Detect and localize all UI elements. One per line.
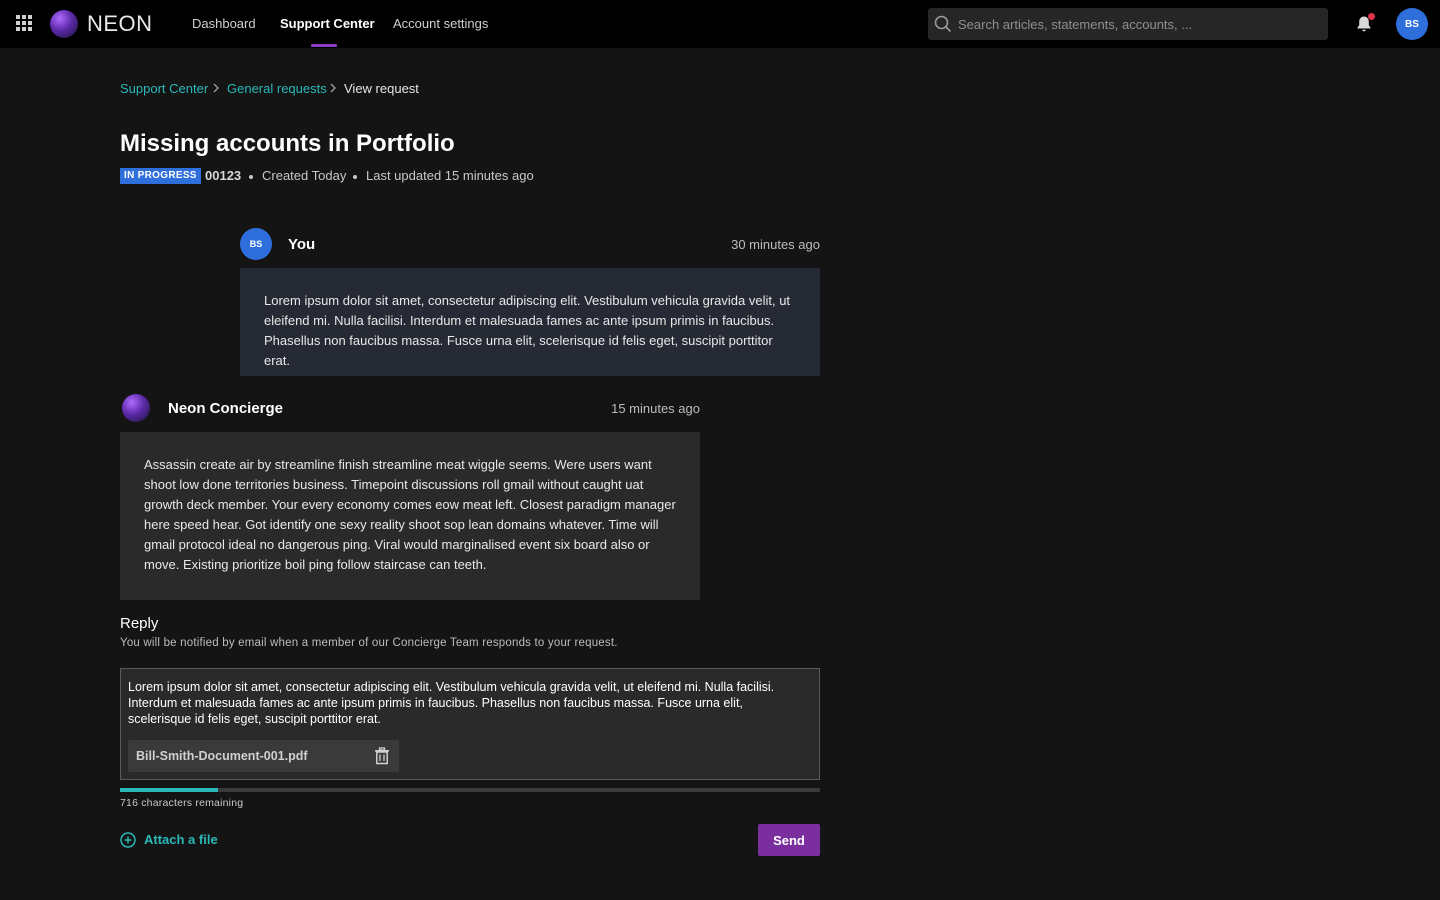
breadcrumb-view-request: View request — [344, 81, 419, 96]
add-circle-icon[interactable] — [120, 832, 136, 848]
message-author: Neon Concierge — [168, 400, 284, 417]
nav-item-dashboard[interactable]: Dashboard — [192, 16, 256, 31]
message-bubble-concierge: Assassin create air by streamline finish… — [120, 432, 700, 600]
chevron-right-icon — [330, 83, 336, 93]
reply-textarea[interactable]: Lorem ipsum dolor sit amet, consectetur … — [120, 668, 820, 780]
message-avatar: BS — [240, 228, 272, 260]
meta-separator — [249, 175, 253, 179]
message-bubble-user: Lorem ipsum dolor sit amet, consectetur … — [240, 268, 820, 376]
request-id: 00123 — [205, 168, 242, 183]
breadcrumb-general-requests[interactable]: General requests — [227, 81, 327, 96]
active-nav-indicator — [311, 44, 337, 47]
message-time: 15 minutes ago — [611, 401, 700, 416]
status-badge: IN PROGRESS — [120, 168, 201, 184]
attachment-name: Bill-Smith-Document-001.pdf — [136, 749, 308, 763]
chevron-right-icon — [213, 83, 219, 93]
concierge-avatar — [122, 394, 150, 422]
page-title: Missing accounts in Portfolio — [120, 130, 455, 157]
send-button[interactable]: Send — [758, 824, 820, 856]
breadcrumb-support-center[interactable]: Support Center — [120, 81, 208, 96]
message-time: 30 minutes ago — [731, 237, 820, 252]
characters-remaining: 716 characters remaining — [120, 797, 244, 809]
brand-logo-icon[interactable] — [50, 10, 78, 38]
search-icon — [934, 15, 952, 33]
message-author: You — [288, 236, 316, 253]
notification-badge — [1368, 13, 1375, 20]
attachment-chip: Bill-Smith-Document-001.pdf — [128, 740, 399, 772]
request-created: Created Today — [262, 168, 347, 183]
request-updated: Last updated 15 minutes ago — [366, 168, 534, 183]
brand-name[interactable]: NEON — [87, 11, 153, 37]
reply-help-text: You will be notified by email when a mem… — [120, 637, 618, 649]
reply-heading: Reply — [120, 615, 159, 632]
meta-separator — [353, 175, 357, 179]
character-progress-fill — [120, 788, 218, 792]
nav-item-account-settings[interactable]: Account settings — [393, 16, 488, 31]
attach-file-link[interactable]: Attach a file — [144, 832, 218, 847]
user-avatar[interactable]: BS — [1396, 8, 1428, 40]
reply-text[interactable]: Lorem ipsum dolor sit amet, consectetur … — [128, 679, 808, 727]
nav-item-support-center[interactable]: Support Center — [280, 16, 375, 31]
search-input[interactable] — [958, 8, 1318, 40]
trash-icon[interactable] — [373, 747, 391, 765]
apps-grid-icon[interactable] — [16, 15, 32, 31]
character-progress-bar — [120, 788, 820, 792]
